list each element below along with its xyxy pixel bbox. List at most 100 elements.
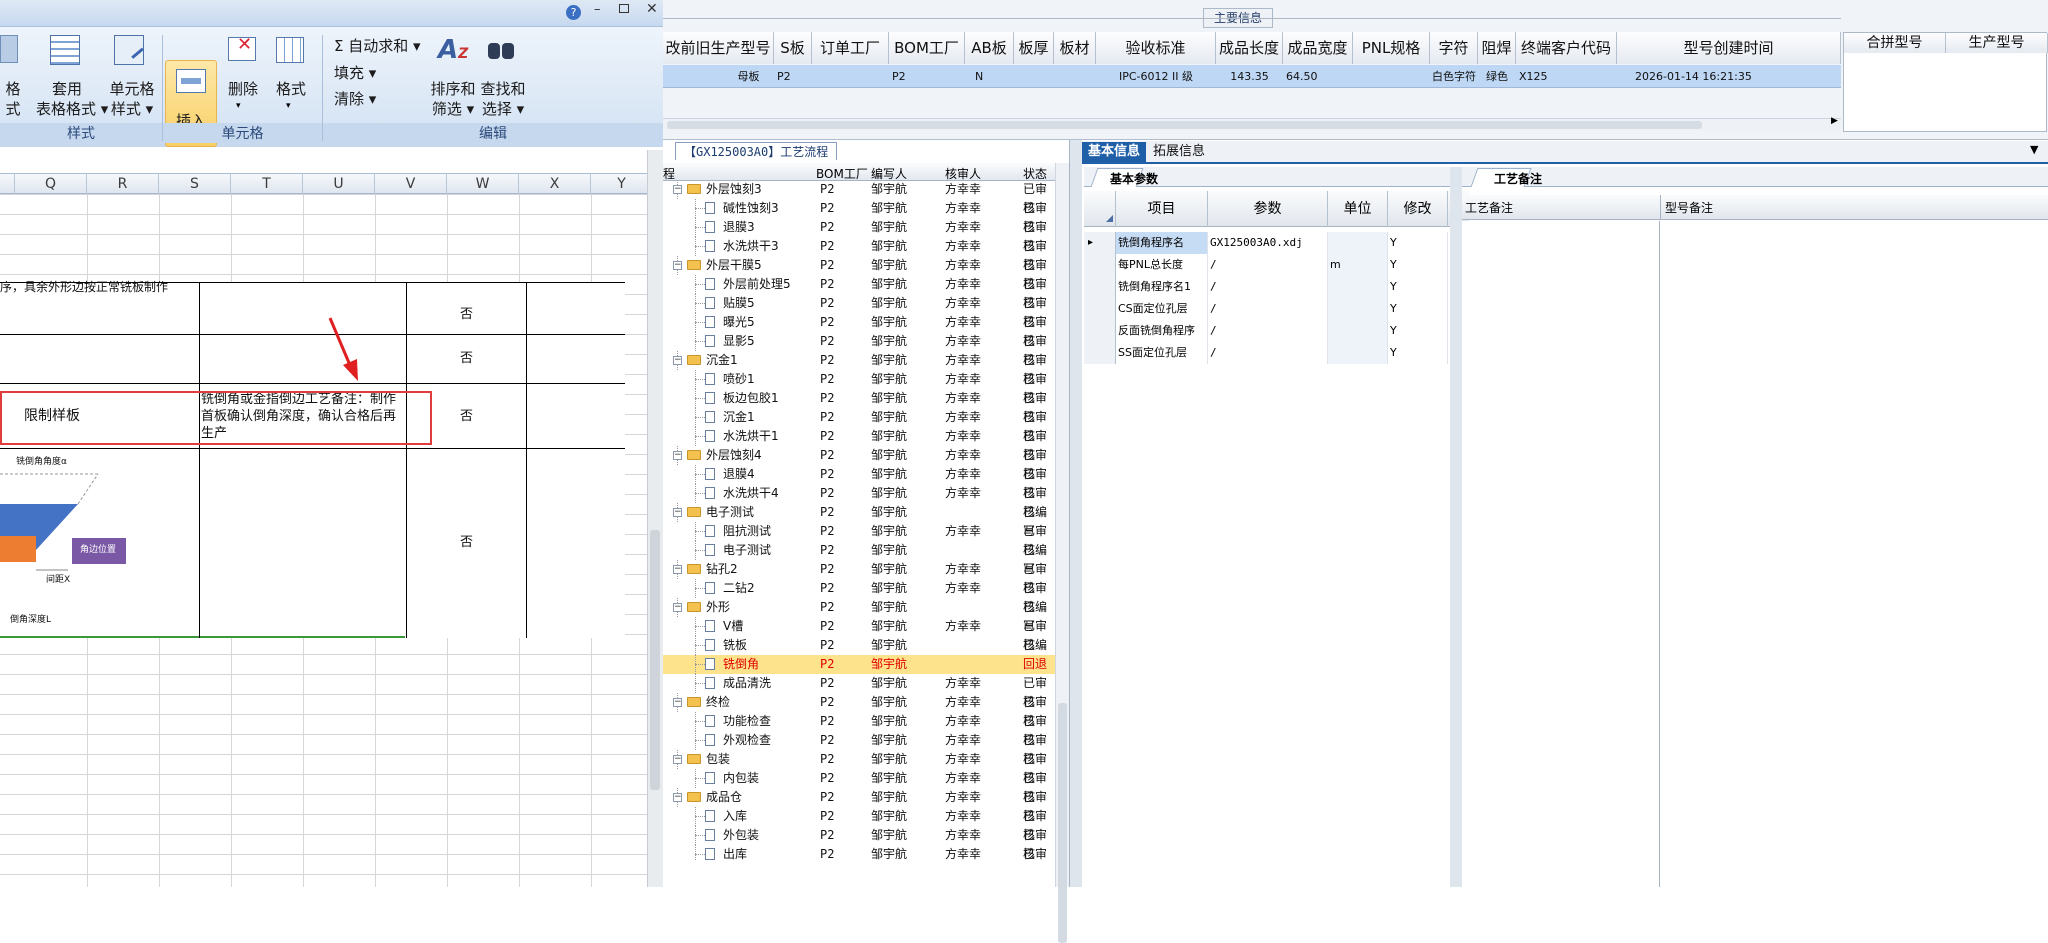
param-row[interactable]: SS面定位孔层 / Y — [1084, 342, 1448, 364]
param-value[interactable]: / — [1208, 342, 1328, 364]
column-header[interactable]: AB板 — [965, 32, 1014, 64]
column-header[interactable]: 型号备注 — [1665, 199, 1713, 216]
param-value[interactable]: / — [1208, 276, 1328, 298]
tree-row[interactable]: 水洗烘干3 P2 邹宇航 方幸幸 已审核 — [663, 237, 1055, 272]
param-unit[interactable] — [1328, 232, 1388, 254]
column-header[interactable]: X — [519, 174, 591, 194]
collapse-icon[interactable]: − — [673, 755, 682, 764]
param-unit[interactable] — [1328, 298, 1388, 320]
tree-row[interactable]: 沉金1 P2 邹宇航 方幸幸 已审核 — [663, 408, 1055, 443]
column-header[interactable]: U — [303, 174, 375, 194]
param-modify[interactable]: Y — [1388, 320, 1448, 342]
tree-row[interactable]: 铣倒角 P2 邹宇航 回退 — [663, 655, 1055, 674]
sort-filter-button[interactable]: 排序和 筛选 ▾ — [428, 79, 478, 119]
tree-row[interactable]: 喷砂1 P2 邹宇航 方幸幸 已审核 — [663, 370, 1055, 405]
tree-row[interactable]: − 外层蚀刻4 P2 邹宇航 方幸幸 已审核 — [663, 446, 1055, 481]
column-header[interactable]: V — [375, 174, 447, 194]
excel-scrollbar[interactable] — [647, 150, 663, 887]
param-value[interactable]: / — [1208, 254, 1328, 276]
scroll-thumb[interactable] — [1058, 703, 1067, 943]
tree-row[interactable]: − 终检 P2 邹宇航 方幸幸 已审核 — [663, 693, 1055, 728]
collapse-icon[interactable]: − — [673, 793, 682, 802]
tree-row[interactable]: 碱性蚀刻3 P2 邹宇航 方幸幸 已审核 — [663, 199, 1055, 234]
column-header[interactable]: 改前旧生产型号 — [663, 32, 774, 64]
param-row[interactable]: 反面铣倒角程序 / Y — [1084, 320, 1448, 342]
help-icon[interactable]: ? — [566, 5, 581, 20]
column-header[interactable]: PNL规格 — [1353, 32, 1430, 64]
column-header[interactable]: 工艺备注 — [1465, 199, 1513, 216]
param-row[interactable]: 每PNL总长度 / m Y — [1084, 254, 1448, 276]
collapse-icon[interactable]: − — [673, 508, 682, 517]
column-header[interactable]: S板 — [774, 32, 812, 64]
column-header[interactable]: BOM工厂 — [889, 32, 965, 64]
tree-row[interactable]: 内包装 P2 邹宇航 方幸幸 已审核 — [663, 769, 1055, 804]
column-header[interactable]: 验收标准 — [1096, 32, 1216, 64]
format-button[interactable]: 格式 — [0, 79, 26, 119]
param-item[interactable]: 反面铣倒角程序 — [1116, 320, 1208, 342]
scroll-thumb[interactable] — [650, 530, 660, 790]
param-item[interactable]: 每PNL总长度 — [1116, 254, 1208, 276]
collapse-icon[interactable]: − — [673, 185, 682, 194]
splitter[interactable] — [1070, 140, 1082, 887]
column-header[interactable]: 合拼型号 — [1844, 33, 1946, 53]
collapse-icon[interactable]: − — [673, 451, 682, 460]
collapse-icon[interactable]: − — [673, 356, 682, 365]
param-unit[interactable]: m — [1328, 254, 1388, 276]
collapse-icon[interactable]: − — [673, 698, 682, 707]
param-item[interactable]: 铣倒角程序名 — [1116, 232, 1208, 254]
param-unit[interactable] — [1328, 320, 1388, 342]
column-header[interactable]: 阻焊 — [1478, 32, 1516, 64]
tree-row[interactable]: 退膜4 P2 邹宇航 方幸幸 已审核 — [663, 465, 1055, 500]
tree-row[interactable]: 外层前处理5 P2 邹宇航 方幸幸 已审核 — [663, 275, 1055, 310]
column-header[interactable]: T — [231, 174, 303, 194]
tree-row[interactable]: 显影5 P2 邹宇航 方幸幸 已审核 — [663, 332, 1055, 367]
param-value[interactable]: GX125003A0.xdj — [1208, 232, 1328, 254]
param-value[interactable]: / — [1208, 320, 1328, 342]
column-header[interactable]: 订单工厂 — [812, 32, 889, 64]
format-cells-button[interactable]: 格式 — [268, 79, 314, 99]
param-unit[interactable] — [1328, 276, 1388, 298]
column-header[interactable]: Q — [15, 174, 87, 194]
restore-icon[interactable] — [619, 4, 629, 13]
column-header[interactable]: 项目 — [1116, 191, 1208, 227]
tree-scrollbar[interactable] — [1055, 163, 1069, 943]
param-item[interactable]: SS面定位孔层 — [1116, 342, 1208, 364]
tree-row[interactable]: 退膜3 P2 邹宇航 方幸幸 已审核 — [663, 218, 1055, 253]
column-header[interactable]: 单位 — [1328, 191, 1388, 227]
clear-button[interactable]: 清除 ▾ — [334, 88, 376, 109]
param-item[interactable]: CS面定位孔层 — [1116, 298, 1208, 320]
conditional-format-icon[interactable] — [0, 35, 18, 63]
tree-row[interactable]: − 沉金1 P2 邹宇航 方幸幸 已审核 — [663, 351, 1055, 386]
tree-row[interactable]: 贴膜5 P2 邹宇航 方幸幸 已审核 — [663, 294, 1055, 329]
param-modify[interactable]: Y — [1388, 254, 1448, 276]
param-modify[interactable]: Y — [1388, 276, 1448, 298]
tree-row[interactable]: − 包装 P2 邹宇航 方幸幸 已审核 — [663, 750, 1055, 785]
column-header[interactable]: Y — [591, 174, 653, 194]
tree-row[interactable]: 曝光5 P2 邹宇航 方幸幸 已审核 — [663, 313, 1055, 348]
delete-button[interactable]: 删除 — [220, 79, 266, 99]
param-value[interactable]: / — [1208, 298, 1328, 320]
param-modify[interactable]: Y — [1388, 232, 1448, 254]
param-modify[interactable]: Y — [1388, 342, 1448, 364]
tree-row[interactable]: 外包装 P2 邹宇航 方幸幸 已审核 — [663, 826, 1055, 860]
cell-style-button[interactable]: 单元格 样式 ▾ — [104, 79, 160, 119]
tree-row[interactable]: − 电子测试 P2 邹宇航 已编写 — [663, 503, 1055, 538]
column-header[interactable]: 终端客户代码 — [1516, 32, 1617, 64]
tree-row[interactable]: − 外层干膜5 P2 邹宇航 方幸幸 已审核 — [663, 256, 1055, 291]
tree-row[interactable]: 水洗烘干1 P2 邹宇航 方幸幸 已审核 — [663, 427, 1055, 462]
formula-bar[interactable] — [0, 150, 663, 174]
column-header[interactable]: 字符 — [1430, 32, 1478, 64]
column-header[interactable]: R — [87, 174, 159, 194]
chevron-down-icon[interactable]: ▼ — [2030, 143, 2038, 156]
autosum-button[interactable]: Σ 自动求和 ▾ — [334, 35, 421, 56]
collapse-icon[interactable]: − — [673, 565, 682, 574]
param-row[interactable]: ▸ 铣倒角程序名 GX125003A0.xdj Y — [1084, 232, 1448, 254]
tree-row[interactable]: − 外形 P2 邹宇航 已编写 — [663, 598, 1055, 633]
tree-row[interactable]: 入库 P2 邹宇航 方幸幸 已审核 — [663, 807, 1055, 842]
tab-extended-info[interactable]: 拓展信息 — [1147, 142, 1211, 162]
tree-row[interactable]: − 成品仓 P2 邹宇航 方幸幸 已审核 — [663, 788, 1055, 823]
minimize-icon[interactable]: – — [594, 2, 601, 17]
find-select-button[interactable]: 查找和 选择 ▾ — [478, 79, 528, 119]
tree-row[interactable]: 外观检查 P2 邹宇航 方幸幸 已审核 — [663, 731, 1055, 766]
column-header[interactable]: 板厚 — [1014, 32, 1054, 64]
